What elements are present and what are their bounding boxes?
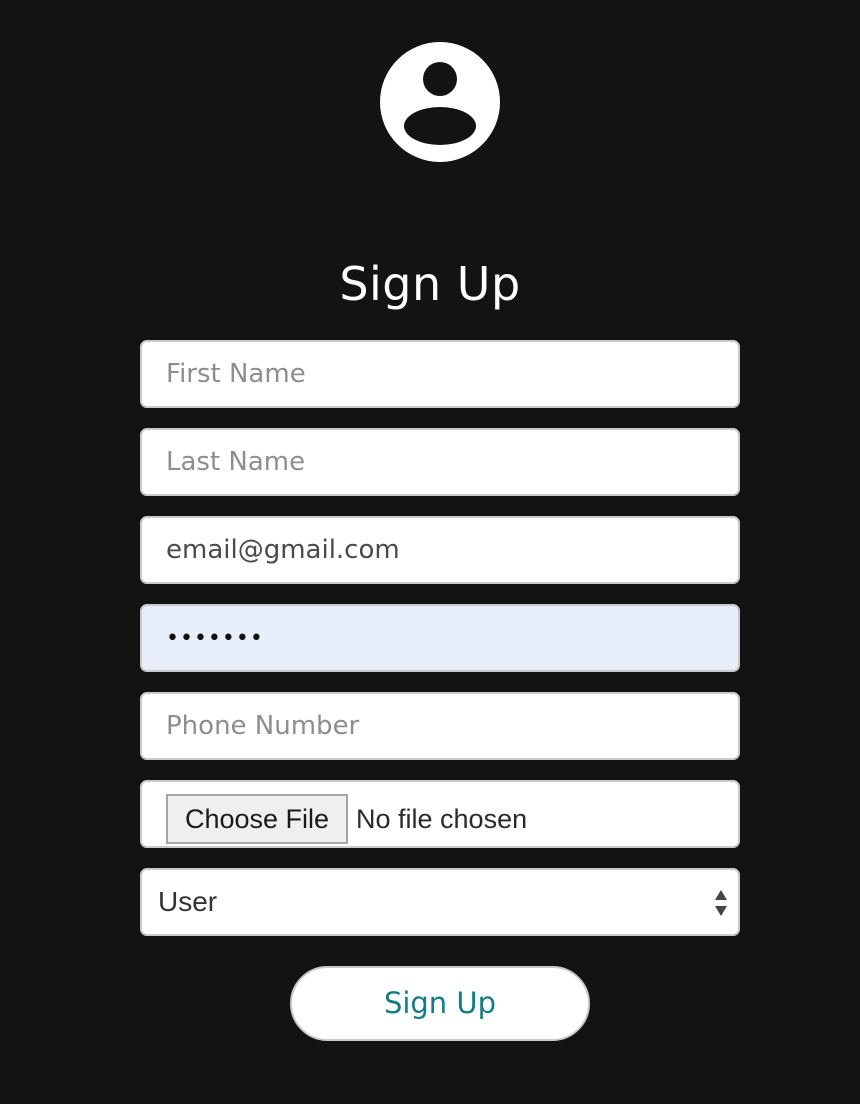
signup-page: Sign Up Choose File No file chosen User … — [0, 0, 860, 1104]
select-arrows-icon — [715, 890, 727, 916]
email-input[interactable] — [140, 516, 740, 584]
page-title: Sign Up — [339, 257, 521, 311]
file-upload-field[interactable]: Choose File No file chosen — [140, 780, 740, 848]
first-name-input[interactable] — [140, 340, 740, 408]
last-name-input[interactable] — [140, 428, 740, 496]
role-select-value: User — [158, 886, 218, 917]
user-avatar-icon — [380, 42, 500, 162]
phone-number-input[interactable] — [140, 692, 740, 760]
sign-up-button[interactable]: Sign Up — [290, 966, 590, 1041]
choose-file-button[interactable]: Choose File — [166, 794, 348, 844]
role-select[interactable]: User — [140, 868, 740, 936]
password-input[interactable] — [140, 604, 740, 672]
file-status-text: No file chosen — [356, 804, 528, 834]
